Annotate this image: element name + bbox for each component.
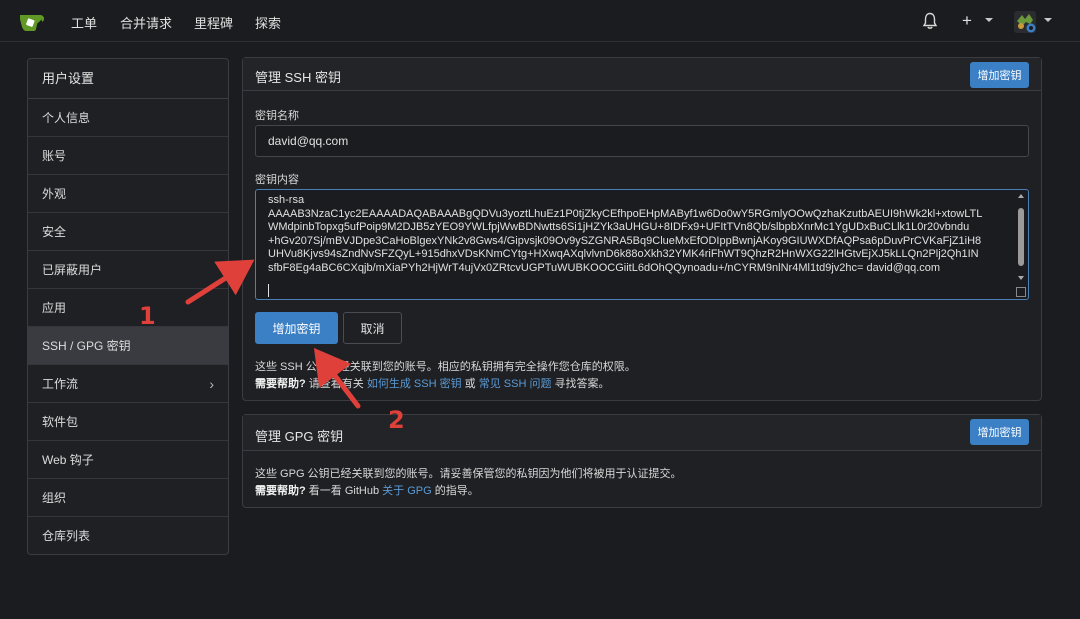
sidebar-item-label: 软件包 (42, 415, 79, 429)
sidebar-item-webhooks[interactable]: Web 钩子 (28, 441, 228, 479)
nav-explore-link[interactable]: 探索 (255, 13, 281, 32)
user-dropdown-caret-icon[interactable] (1044, 18, 1052, 22)
scroll-thumb[interactable] (1018, 208, 1024, 266)
nav-pull-requests-link[interactable]: 合并请求 (120, 13, 172, 32)
help-prefix: 请查看有关 (305, 378, 367, 390)
about-gpg-link[interactable]: 关于 GPG (382, 485, 432, 497)
create-new-button[interactable]: + (962, 11, 972, 31)
ssh-keys-panel: 管理 SSH 密钥 增加密钥 密钥名称 密钥内容 ssh-rsaAAAAB3Nz… (242, 57, 1042, 401)
cancel-button[interactable]: 取消 (343, 312, 402, 344)
sidebar-item-actions[interactable]: 工作流 › (28, 365, 228, 403)
sidebar-item-label: SSH / GPG 密钥 (42, 339, 131, 353)
sidebar-item-label: 应用 (42, 301, 67, 315)
nav-milestones-link[interactable]: 里程碑 (194, 13, 233, 32)
key-name-label: 密钥名称 (255, 110, 299, 122)
textarea-scrollbar[interactable] (1016, 192, 1026, 284)
add-key-button[interactable]: 增加密钥 (255, 312, 338, 344)
key-content-textarea[interactable]: ssh-rsa AAAAB3NzaC1yc2EAAAADAQABAAABgQDVu… (255, 189, 1029, 300)
create-dropdown-caret-icon[interactable] (985, 18, 993, 22)
sidebar-item-label: 账号 (42, 149, 67, 163)
text-cursor (268, 284, 269, 297)
sidebar-item-label: 仓库列表 (42, 529, 91, 543)
annotation-number-1: 1 (139, 302, 156, 330)
sidebar-item-applications[interactable]: 应用 (28, 289, 228, 327)
sidebar-item-account[interactable]: 账号 (28, 137, 228, 175)
scroll-down-arrow-icon[interactable] (1018, 276, 1024, 280)
sidebar-item-label: Web 钩子 (42, 453, 94, 467)
help-or: 或 (461, 378, 479, 390)
sidebar-item-label: 安全 (42, 225, 67, 239)
help-prefix: 看一看 GitHub (305, 485, 383, 497)
help-suffix: 的指导。 (431, 485, 479, 497)
bell-icon[interactable] (922, 12, 938, 30)
key-name-input[interactable] (255, 125, 1029, 157)
sidebar-title: 用户设置 (28, 59, 228, 99)
scroll-up-arrow-icon[interactable] (1018, 194, 1024, 198)
key-line: UHVu8Kjvs94sZndNvSFZQyL+915dhxVDsKNmCYtg… (268, 248, 979, 260)
sidebar-item-ssh-gpg-keys[interactable]: SSH / GPG 密钥 (28, 327, 228, 365)
sidebar-item-label: 外观 (42, 187, 67, 201)
sidebar-item-packages[interactable]: 软件包 (28, 403, 228, 441)
annotation-number-2: 2 (388, 406, 405, 434)
key-line: AAAAB3NzaC1yc2EAAAADAQABAAABgQDVu3yoztLh… (268, 207, 983, 220)
add-ssh-key-header-button[interactable]: 增加密钥 (970, 62, 1029, 88)
gitea-logo-icon[interactable] (18, 10, 44, 32)
sidebar-item-appearance[interactable]: 外观 (28, 175, 228, 213)
help-suffix: 寻找答案。 (551, 378, 610, 390)
key-line: +hGv207Sj/mBVJDpe3CaHoBlgexYNk2v8Gws4/Gi… (268, 234, 982, 247)
gpg-panel-header: 管理 GPG 密钥 增加密钥 (243, 415, 1041, 451)
help-label: 需要帮助? (255, 378, 306, 390)
how-to-generate-ssh-key-link[interactable]: 如何生成 SSH 密钥 (367, 378, 462, 390)
nav-issues-link[interactable]: 工单 (71, 13, 97, 32)
sidebar-item-profile[interactable]: 个人信息 (28, 99, 228, 137)
ssh-panel-title: 管理 SSH 密钥 (255, 70, 341, 85)
sidebar-item-label: 工作流 (42, 377, 79, 391)
ssh-panel-header: 管理 SSH 密钥 增加密钥 (243, 58, 1041, 91)
add-gpg-key-button[interactable]: 增加密钥 (970, 419, 1029, 445)
gpg-info-text: 这些 GPG 公钥已经关联到您的账号。请妥善保管您的私钥因为他们将被用于认证提交… (255, 468, 682, 480)
common-ssh-problems-link[interactable]: 常见 SSH 问题 (479, 378, 552, 390)
top-navbar: 工单 合并请求 里程碑 探索 + (0, 0, 1080, 42)
key-content-text: ssh-rsa AAAAB3NzaC1yc2EAAAADAQABAAABgQDVu… (268, 194, 1014, 275)
gpg-keys-panel: 管理 GPG 密钥 增加密钥 这些 GPG 公钥已经关联到您的账号。请妥善保管您… (242, 414, 1042, 508)
user-avatar[interactable] (1014, 11, 1036, 33)
ssh-info-text: 这些 SSH 公钥已经关联到您的账号。相应的私钥拥有完全操作您仓库的权限。 (255, 361, 636, 373)
sidebar-item-label: 已屏蔽用户 (42, 263, 103, 277)
key-line: WMdpinbTopxg5ufPoip9M2DJB5zYEO9YWLfpjWwB… (268, 221, 970, 233)
sidebar-item-repositories[interactable]: 仓库列表 (28, 517, 228, 554)
sidebar-item-label: 个人信息 (42, 111, 91, 125)
chevron-right-icon: › (209, 376, 214, 392)
sidebar-item-organizations[interactable]: 组织 (28, 479, 228, 517)
gpg-panel-title: 管理 GPG 密钥 (255, 429, 344, 444)
sidebar-item-blocked-users[interactable]: 已屏蔽用户 (28, 251, 228, 289)
key-line: ssh-rsa (268, 194, 305, 206)
sidebar-item-label: 组织 (42, 491, 67, 505)
sidebar-item-security[interactable]: 安全 (28, 213, 228, 251)
key-content-label: 密钥内容 (255, 174, 299, 186)
resize-grip-icon[interactable] (1016, 287, 1026, 297)
ssh-help-text: 需要帮助? 请查看有关 如何生成 SSH 密钥 或 常见 SSH 问题 寻找答案… (255, 375, 610, 391)
settings-sidebar: 用户设置 个人信息 账号 外观 安全 已屏蔽用户 应用 SSH / GPG 密钥… (27, 58, 229, 555)
gpg-help-text: 需要帮助? 看一看 GitHub 关于 GPG 的指导。 (255, 482, 479, 498)
key-line: sfbF8Eg4aBC6CXqjb/mXiaPYh2HjWrT4ujVx0ZRt… (268, 261, 941, 274)
help-label: 需要帮助? (255, 485, 306, 497)
